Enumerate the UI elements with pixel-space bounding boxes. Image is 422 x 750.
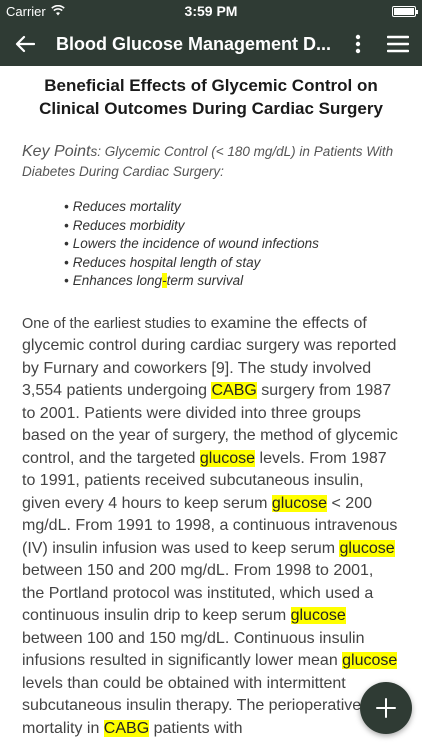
article-title: Beneficial Effects of Glycemic Control o… bbox=[39, 76, 383, 118]
key-points: Key Points: Glycemic Control (< 180 mg/d… bbox=[22, 142, 400, 182]
more-vertical-icon bbox=[355, 34, 361, 54]
search-highlight: CABG bbox=[103, 719, 150, 737]
search-highlight: glucose bbox=[290, 607, 346, 624]
wifi-icon bbox=[50, 4, 65, 19]
list-item: Reduces hospital length of stay bbox=[64, 254, 400, 273]
carrier-label: Carrier bbox=[6, 3, 46, 19]
arrow-left-icon bbox=[15, 35, 35, 53]
list-item: Lowers the incidence of wound infections bbox=[64, 235, 400, 254]
hamburger-menu-icon bbox=[387, 35, 409, 53]
list-item: Enhances long-term survival bbox=[64, 272, 400, 291]
nav-bar: Blood Glucose Management D... bbox=[0, 22, 422, 66]
search-highlight: glucose bbox=[199, 449, 256, 467]
battery-icon bbox=[392, 5, 418, 17]
more-button[interactable] bbox=[338, 22, 378, 66]
search-highlight: CABG bbox=[211, 382, 257, 399]
body-paragraph: One of the earliest studies to examine t… bbox=[22, 314, 398, 737]
add-note-button[interactable] bbox=[360, 682, 412, 734]
key-points-label: Key Point bbox=[22, 143, 91, 160]
list-item: Reduces morbidity bbox=[64, 217, 400, 236]
menu-button[interactable] bbox=[378, 22, 418, 66]
article-content[interactable]: Beneficial Effects of Glycemic Control o… bbox=[0, 66, 422, 750]
search-highlight: glucose bbox=[339, 539, 395, 557]
key-points-list: Reduces mortality Reduces morbidity Lowe… bbox=[22, 198, 400, 291]
plus-icon bbox=[376, 698, 396, 718]
back-button[interactable] bbox=[0, 22, 50, 66]
list-item: Reduces mortality bbox=[64, 198, 400, 217]
nav-title: Blood Glucose Management D... bbox=[56, 33, 332, 54]
search-highlight: glucose bbox=[271, 494, 328, 512]
status-bar: Carrier 3:59 PM bbox=[0, 0, 422, 22]
search-highlight: glucose bbox=[342, 652, 398, 669]
status-left: Carrier bbox=[6, 4, 65, 19]
